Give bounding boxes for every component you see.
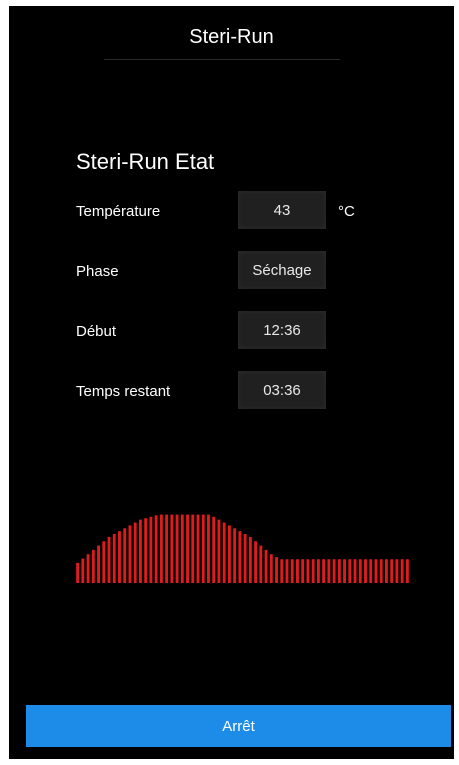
chart-bar — [86, 554, 90, 583]
chart-bar — [332, 559, 336, 583]
chart-bar — [222, 522, 226, 583]
chart-bar — [353, 559, 357, 583]
chart-bar — [306, 559, 310, 583]
chart-bar — [91, 549, 95, 583]
chart-bar — [217, 519, 221, 583]
start-time-value: 12:36 — [238, 311, 326, 349]
chart-bar — [248, 536, 252, 583]
chart-bar — [201, 514, 205, 583]
chart-bar — [358, 559, 362, 583]
chart-bar — [144, 518, 148, 583]
chart-bar — [311, 559, 315, 583]
chart-bar — [207, 514, 210, 583]
chart-bar — [280, 559, 284, 583]
chart-bar — [154, 515, 158, 583]
status-heading: Steri-Run Etat — [76, 149, 215, 174]
chart-bar — [191, 514, 195, 583]
chart-bar — [364, 559, 367, 583]
chart-bar — [233, 528, 237, 583]
chart-bar — [337, 559, 341, 583]
chart-bar — [76, 562, 80, 583]
title-divider — [104, 59, 340, 60]
chart-bar — [159, 514, 163, 583]
remaining-time-value: 03:36 — [238, 371, 326, 409]
chart-bar — [405, 559, 409, 583]
chart-bar — [259, 545, 263, 583]
temperature-unit: °C — [338, 203, 355, 220]
chart-bar — [369, 559, 373, 583]
chart-bar — [264, 549, 268, 583]
chart-bar — [128, 525, 132, 583]
chart-bar — [285, 559, 289, 583]
chart-bar — [165, 514, 169, 583]
chart-bar — [374, 559, 378, 583]
chart-bar — [275, 557, 278, 583]
chart-bar — [243, 534, 247, 583]
phase-value: Séchage — [238, 251, 326, 289]
chart-bar — [385, 559, 388, 583]
chart-bar — [238, 531, 242, 583]
chart-bar — [112, 534, 116, 583]
chart-bar — [123, 528, 127, 583]
chart-bar — [97, 545, 100, 583]
chart-bar — [81, 558, 85, 583]
chart-bar — [107, 536, 111, 583]
chart-bar — [327, 559, 331, 583]
page-title: Steri-Run — [189, 26, 274, 48]
chart-bar — [118, 531, 121, 583]
cycle-progress-chart — [76, 514, 409, 583]
chart-bar — [186, 514, 189, 583]
chart-bar — [170, 514, 174, 583]
chart-bar — [269, 554, 273, 583]
start-time-label: Début — [76, 323, 117, 340]
chart-bar — [400, 559, 404, 583]
remaining-time-label: Temps restant — [76, 383, 171, 400]
chart-bar — [133, 522, 137, 583]
phase-label: Phase — [76, 263, 119, 280]
chart-bar — [196, 514, 200, 583]
chart-bar — [343, 559, 347, 583]
app-screen: Steri-Run Steri-Run Etat Température 43 … — [9, 6, 454, 759]
chart-bar — [175, 514, 179, 583]
chart-bar — [395, 559, 399, 583]
chart-bar — [379, 559, 383, 583]
chart-bar — [212, 516, 216, 583]
chart-bar — [290, 559, 294, 583]
chart-bar — [301, 559, 305, 583]
chart-bar — [390, 559, 394, 583]
temperature-value: 43 — [238, 191, 326, 229]
chart-bar — [254, 541, 258, 583]
chart-bar — [138, 519, 142, 583]
chart-bar — [180, 514, 184, 583]
chart-bar — [227, 525, 231, 583]
stop-button[interactable]: Arrêt — [26, 705, 451, 747]
chart-bar — [322, 559, 326, 583]
chart-bar — [348, 559, 352, 583]
chart-bar — [316, 559, 320, 583]
chart-bar — [102, 541, 106, 583]
chart-bar — [149, 516, 153, 583]
chart-bar — [296, 559, 299, 583]
temperature-label: Température — [76, 203, 161, 220]
